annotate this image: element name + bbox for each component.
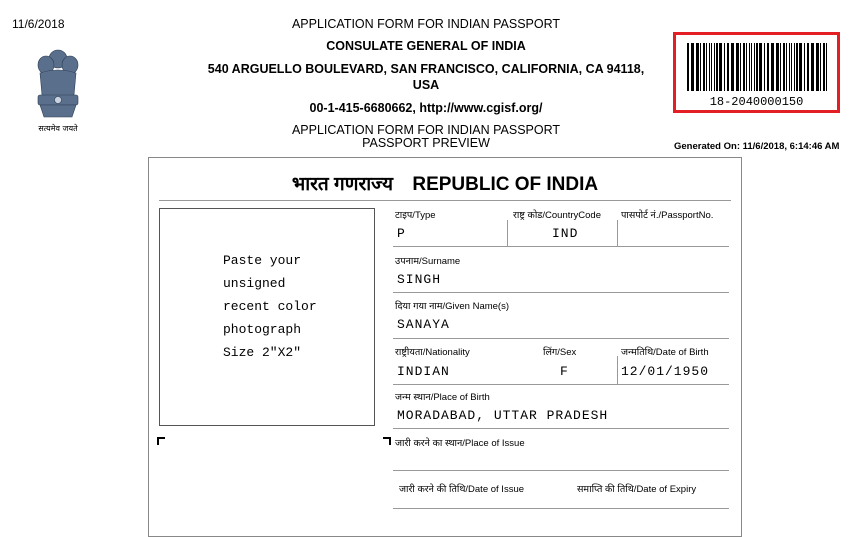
sex-label: लिंग/Sex — [543, 347, 577, 358]
given-name-value: SANAYA — [397, 317, 450, 332]
barcode-bar — [823, 43, 825, 91]
barcode-bar — [719, 43, 722, 91]
barcode-bar — [754, 43, 755, 91]
divider — [617, 220, 618, 246]
dob-value: 12/01/1950 — [621, 364, 710, 379]
divider — [393, 384, 729, 385]
divider — [617, 356, 618, 384]
surname-label: उपनाम/Surname — [395, 256, 461, 267]
national-emblem-icon: सत्यमेव जयते — [30, 45, 86, 137]
form-title: APPLICATION FORM FOR INDIAN PASSPORT — [291, 123, 561, 137]
barcode-bar — [820, 43, 821, 91]
barcode-bar — [804, 43, 805, 91]
place-of-issue-label: जारी करने का स्थान/Place of Issue — [395, 438, 525, 449]
divider — [393, 508, 729, 509]
barcode-bar — [780, 43, 781, 91]
barcode-bar — [743, 43, 745, 91]
barcode-bar — [706, 43, 707, 91]
barcode-bar — [807, 43, 809, 91]
nationality-value: INDIAN — [397, 364, 450, 379]
crop-mark-right — [383, 437, 391, 445]
type-value: P — [397, 226, 406, 241]
title-divider — [159, 200, 731, 201]
barcode-bar — [783, 43, 785, 91]
barcode-bar — [716, 43, 718, 91]
country-code-value: IND — [552, 226, 579, 241]
card-title-hindi: भारत गणराज्य — [291, 174, 394, 195]
barcode-bar — [740, 43, 741, 91]
barcode-bars — [687, 43, 827, 91]
photo-placeholder: Paste your unsigned recent color photogr… — [159, 208, 375, 426]
divider — [393, 470, 729, 471]
barcode-bar — [756, 43, 758, 91]
passport-preview-card: भारत गणराज्य REPUBLIC OF INDIA Paste you… — [148, 157, 742, 537]
divider — [393, 428, 729, 429]
barcode-bar — [711, 43, 712, 91]
barcode-bar — [776, 43, 779, 91]
emblem-caption: सत्यमेव जयते — [38, 123, 78, 133]
type-label: टाइप/Type — [395, 210, 436, 221]
barcode-bar — [736, 43, 739, 91]
divider — [393, 246, 729, 247]
barcode-bar — [791, 43, 792, 91]
barcode-bar — [789, 43, 790, 91]
surname-value: SINGH — [397, 272, 442, 287]
barcode-bar — [764, 43, 765, 91]
date-of-issue-label: जारी करने की तिथि/Date of Issue — [399, 484, 525, 495]
barcode-bar — [714, 43, 715, 91]
barcode-bar — [703, 43, 705, 91]
card-title: भारत गणराज्य REPUBLIC OF INDIA — [149, 170, 741, 196]
given-name-label: दिया गया नाम/Given Name(s) — [395, 301, 510, 312]
barcode-bar — [794, 43, 795, 91]
barcode-bar — [700, 43, 701, 91]
barcode-bar — [816, 43, 819, 91]
divider — [393, 292, 729, 293]
header-title: APPLICATION FORM FOR INDIAN PASSPORT — [291, 17, 561, 31]
barcode-bar — [811, 43, 814, 91]
dob-label: जन्मतिथि/Date of Birth — [621, 347, 709, 358]
barcode-bar — [767, 43, 769, 91]
place-of-birth-label: जन्म स्थान/Place of Birth — [395, 392, 490, 403]
barcode-bar — [746, 43, 747, 91]
nationality-label: राष्ट्रीयता/Nationality — [395, 347, 470, 358]
barcode-bar — [691, 43, 694, 91]
barcode-bar — [799, 43, 802, 91]
country-code-label: राष्ट्र कोड/CountryCode — [513, 210, 601, 221]
passport-no-label: पासपोर्ट नं./PassportNo. — [621, 210, 714, 221]
barcode-bar — [731, 43, 734, 91]
photo-line: Paste your — [223, 253, 302, 268]
barcode-bar — [786, 43, 787, 91]
barcode-bar — [826, 43, 827, 91]
sex-value: F — [560, 364, 569, 379]
barcode-bar — [751, 43, 752, 91]
barcode: 18-2040000150 — [673, 32, 840, 113]
photo-line: photograph — [223, 322, 302, 337]
photo-instructions: Paste your unsigned recent color photogr… — [223, 249, 317, 364]
barcode-bar — [696, 43, 699, 91]
photo-line: recent color — [223, 299, 317, 314]
photo-line: unsigned — [223, 276, 286, 291]
barcode-bar — [796, 43, 798, 91]
barcode-bar — [687, 43, 689, 91]
barcode-number: 18-2040000150 — [709, 95, 804, 109]
card-title-english: REPUBLIC OF INDIA — [412, 174, 599, 195]
date-of-expiry-label: समाप्ति की तिथि/Date of Expiry — [577, 484, 697, 495]
generated-on: Generated On: 11/6/2018, 6:14:46 AM — [674, 141, 840, 152]
barcode-bar — [709, 43, 710, 91]
divider — [507, 220, 508, 246]
barcode-bar — [727, 43, 729, 91]
barcode-bar — [749, 43, 750, 91]
barcode-bar — [724, 43, 725, 91]
barcode-bar — [771, 43, 774, 91]
divider — [393, 338, 729, 339]
place-of-birth-value: MORADABAD, UTTAR PRADESH — [397, 408, 609, 423]
crop-mark-left — [157, 437, 165, 445]
photo-line: Size 2"X2" — [223, 345, 302, 360]
barcode-bar — [759, 43, 762, 91]
